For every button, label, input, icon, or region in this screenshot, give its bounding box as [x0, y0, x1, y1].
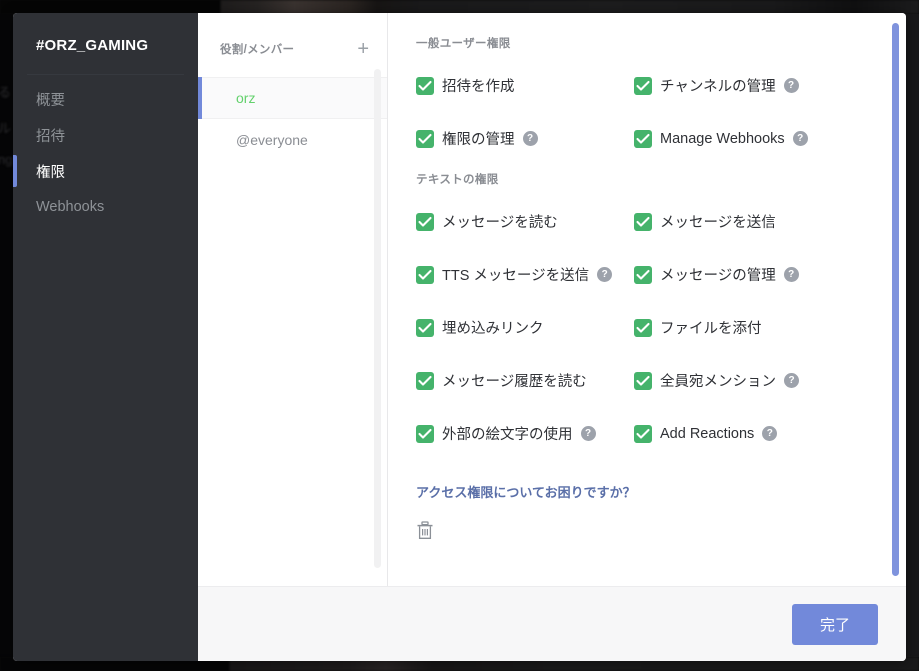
permission-manage-messages[interactable]: メッセージの管理 ?	[634, 264, 866, 285]
checkbox-checked-icon[interactable]	[416, 212, 434, 231]
done-button[interactable]: 完了	[791, 603, 878, 645]
permissions-scrollbar[interactable]	[892, 23, 899, 576]
modal-footer: 完了	[198, 586, 906, 661]
permission-label: チャンネルの管理	[660, 79, 776, 95]
modal-body: #ORZ_GAMING 概要 招待 権限 Webhooks 役割/メンバー + …	[13, 13, 906, 661]
checkbox-checked-icon[interactable]	[634, 129, 652, 148]
checkbox-checked-icon[interactable]	[416, 371, 434, 390]
backdrop-ghost-text-2: ng	[0, 152, 13, 167]
sidebar-item-label: 権限	[36, 164, 65, 181]
permission-label: メッセージを読む	[442, 215, 558, 231]
checkbox-checked-icon[interactable]	[634, 424, 652, 443]
permission-read-messages[interactable]: メッセージを読む	[416, 211, 634, 232]
help-icon[interactable]: ?	[522, 131, 538, 146]
permission-use-external-emojis[interactable]: 外部の絵文字の使用 ?	[416, 423, 634, 444]
permission-mention-everyone[interactable]: 全員宛メンション ?	[634, 370, 866, 391]
checkbox-checked-icon[interactable]	[416, 76, 434, 95]
backdrop-ghost-text-1: ル	[0, 121, 12, 136]
permission-label: ファイルを添付	[660, 321, 762, 337]
permission-label: 全員宛メンション	[660, 374, 776, 390]
role-name: orz	[236, 90, 256, 106]
checkbox-checked-icon[interactable]	[416, 129, 434, 148]
permissions-help-link[interactable]: アクセス権限についてお困りですか？	[416, 482, 866, 501]
plus-icon[interactable]: +	[357, 39, 369, 59]
role-item-everyone[interactable]: @everyone	[198, 119, 387, 161]
permissions-pane: 一般ユーザー権限 招待を作成 チャンネルの管理 ? 権限の管理 ? Manage…	[388, 13, 906, 586]
help-icon[interactable]: ?	[784, 373, 799, 388]
checkbox-checked-icon[interactable]	[416, 318, 434, 337]
roles-panel-header: 役割/メンバー +	[198, 13, 387, 59]
checkbox-checked-icon[interactable]	[634, 76, 652, 95]
permission-grid-general: 招待を作成 チャンネルの管理 ? 権限の管理 ? Manage Webhooks…	[416, 75, 866, 149]
permission-label: メッセージ履歴を読む	[442, 374, 587, 390]
help-icon[interactable]: ?	[762, 426, 778, 441]
section-title-general: 一般ユーザー権限	[416, 38, 511, 50]
sidebar-item-permissions[interactable]: 権限	[13, 153, 198, 189]
delete-role-row	[416, 521, 866, 545]
permission-send-messages[interactable]: メッセージを送信	[634, 211, 866, 232]
backdrop-top-strip	[0, 0, 919, 14]
sidebar-item-webhooks[interactable]: Webhooks	[13, 189, 198, 225]
permission-label: 招待を作成	[442, 79, 515, 95]
permission-grid-text: メッセージを読む メッセージを送信 TTS メッセージを送信 ? メッセージの管…	[416, 211, 866, 444]
role-item-orz[interactable]: orz	[198, 77, 387, 119]
roles-list: orz @everyone	[198, 77, 387, 161]
settings-sidebar: #ORZ_GAMING 概要 招待 権限 Webhooks	[13, 13, 198, 661]
permission-send-tts-messages[interactable]: TTS メッセージを送信 ?	[416, 264, 634, 285]
roles-members-panel: 役割/メンバー + orz @everyone	[198, 13, 388, 586]
role-name: @everyone	[236, 132, 308, 148]
permission-label: 外部の絵文字の使用	[442, 427, 573, 443]
permission-manage-permissions[interactable]: 権限の管理 ?	[416, 128, 634, 149]
help-icon[interactable]: ?	[580, 426, 596, 441]
checkbox-checked-icon[interactable]	[634, 212, 652, 231]
roles-scrollbar[interactable]	[374, 69, 381, 568]
sidebar-item-invites[interactable]: 招待	[13, 117, 198, 153]
permission-label: Add Reactions	[660, 425, 755, 442]
trash-icon[interactable]	[416, 521, 434, 545]
channel-settings-modal: #ORZ_GAMING 概要 招待 権限 Webhooks 役割/メンバー + …	[13, 13, 906, 661]
permission-label: Manage Webhooks	[660, 130, 785, 147]
checkbox-checked-icon[interactable]	[634, 371, 652, 390]
permission-add-reactions[interactable]: Add Reactions ?	[634, 423, 866, 444]
help-icon[interactable]: ?	[792, 131, 808, 146]
sidebar-item-label: 概要	[36, 92, 65, 109]
permission-label: TTS メッセージを送信	[442, 268, 590, 284]
help-icon[interactable]: ?	[783, 78, 799, 93]
help-icon[interactable]: ?	[783, 267, 799, 282]
checkbox-checked-icon[interactable]	[634, 265, 652, 284]
permission-label: 権限の管理	[442, 132, 515, 148]
permission-create-invite[interactable]: 招待を作成	[416, 75, 634, 96]
sidebar-item-overview[interactable]: 概要	[13, 81, 198, 117]
help-icon[interactable]: ?	[597, 267, 613, 282]
permission-manage-channel[interactable]: チャンネルの管理 ?	[634, 75, 866, 96]
backdrop-ghost-text-0: る	[0, 85, 12, 100]
permission-label: メッセージを送信	[660, 215, 776, 231]
sidebar-item-label: 招待	[36, 128, 65, 145]
permission-embed-links[interactable]: 埋め込みリンク	[416, 317, 634, 338]
permission-label: 埋め込みリンク	[442, 321, 544, 337]
checkbox-checked-icon[interactable]	[416, 424, 434, 443]
checkbox-checked-icon[interactable]	[416, 265, 434, 284]
permission-manage-webhooks[interactable]: Manage Webhooks ?	[634, 128, 866, 149]
sidebar-item-label: Webhooks	[36, 199, 105, 215]
sidebar-channel-title: #ORZ_GAMING	[36, 37, 149, 54]
section-title-text: テキストの権限	[416, 174, 499, 186]
checkbox-checked-icon[interactable]	[634, 318, 652, 337]
sidebar-nav-list: 概要 招待 権限 Webhooks	[13, 81, 198, 225]
roles-panel-title: 役割/メンバー	[220, 44, 295, 56]
permission-attach-files[interactable]: ファイルを添付	[634, 317, 866, 338]
sidebar-divider	[27, 74, 184, 75]
permission-read-message-history[interactable]: メッセージ履歴を読む	[416, 370, 634, 391]
permission-label: メッセージの管理	[660, 268, 776, 284]
